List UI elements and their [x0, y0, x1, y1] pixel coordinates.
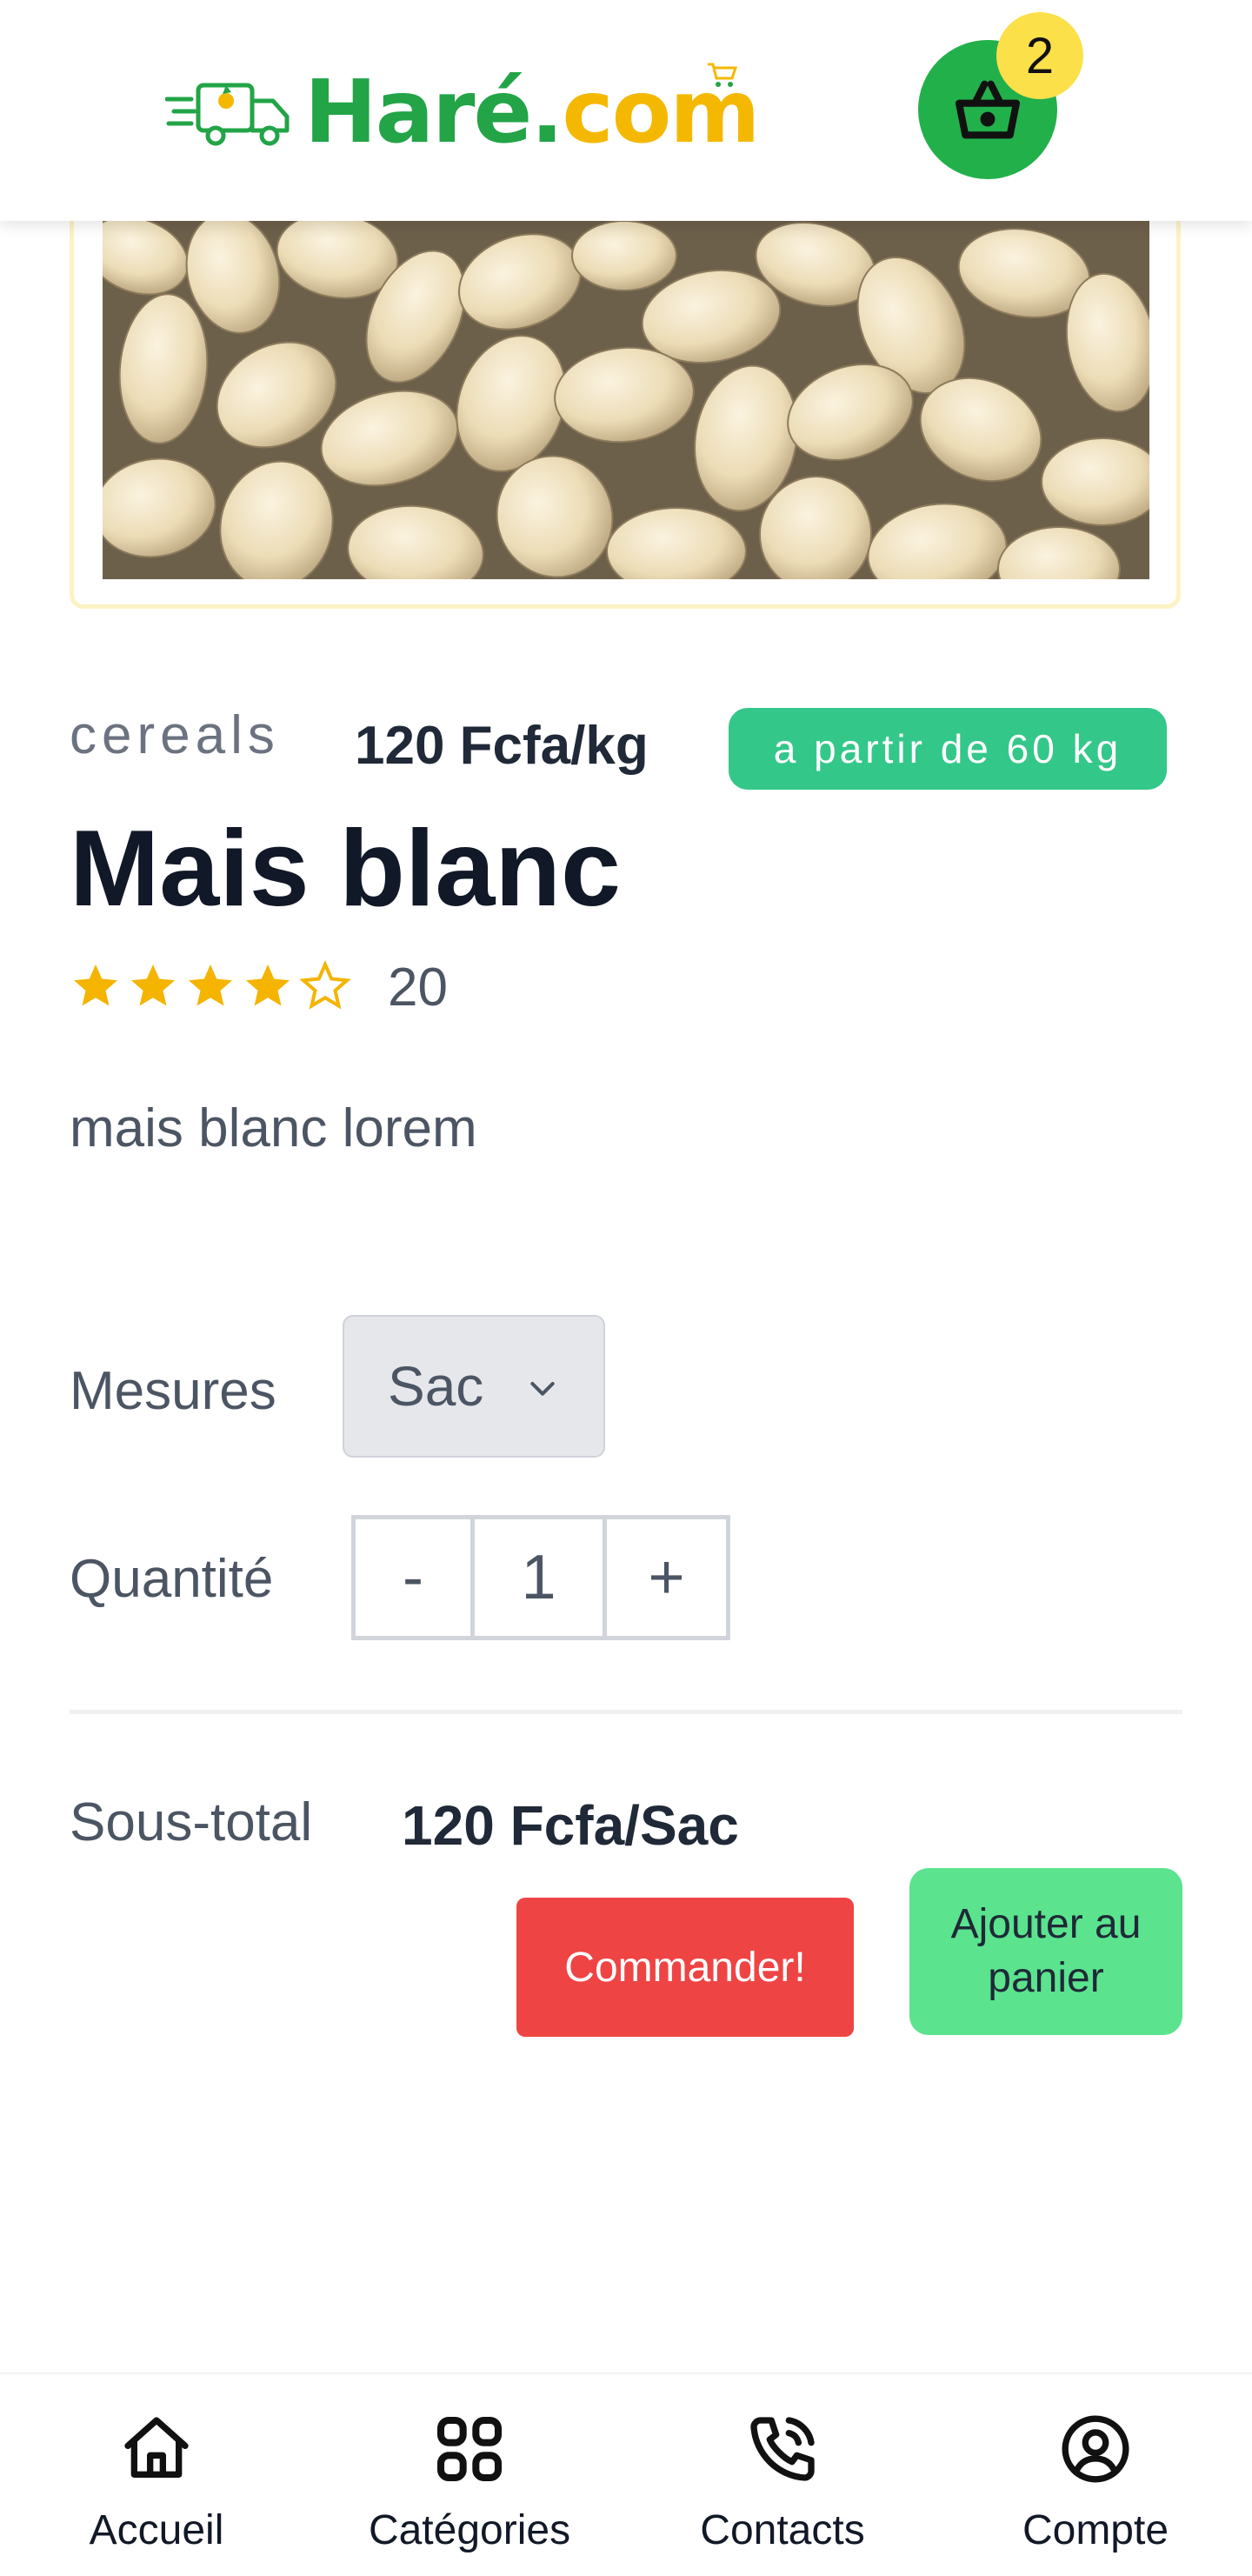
quantity-stepper: - 1 + — [351, 1515, 730, 1640]
increment-button[interactable]: + — [607, 1515, 730, 1640]
phone-icon — [750, 2417, 815, 2481]
star-filled-icon — [131, 964, 175, 1006]
nav-label: Accueil — [89, 2507, 224, 2553]
brand-name: Haré — [304, 61, 532, 163]
measures-label: Mesures — [70, 1361, 276, 1421]
section-divider — [70, 1710, 1182, 1714]
delivery-truck-icon — [165, 83, 290, 146]
quantity-label: Quantité — [70, 1549, 274, 1609]
rating-count: 20 — [388, 958, 448, 1018]
star-empty-icon — [299, 960, 351, 1010]
nav-item-compte[interactable]: Compte — [939, 2374, 1252, 2576]
star-filled-icon — [74, 964, 117, 1006]
nav-item-accueil[interactable]: Accueil — [0, 2374, 313, 2576]
nav-item-contacts[interactable]: Contacts — [626, 2374, 939, 2576]
decrement-button[interactable]: - — [351, 1515, 475, 1640]
min-quantity-badge: a partir de 60 kg — [729, 708, 1167, 790]
app-header: Haré.com 2 — [0, 0, 1252, 221]
brand-dot: . — [530, 61, 563, 163]
nav-label: Compte — [1022, 2507, 1169, 2553]
shopping-cart-icon — [708, 63, 738, 87]
chevron-down-icon — [530, 1382, 555, 1396]
user-circle-icon — [1062, 2415, 1129, 2483]
star-filled-icon — [246, 964, 290, 1006]
product-category[interactable]: cereals — [70, 704, 280, 766]
nav-item-categories[interactable]: Catégories — [313, 2374, 626, 2576]
corn-kernels-image — [103, 221, 1149, 579]
star-filled-icon — [189, 964, 232, 1006]
order-button[interactable]: Commander! — [516, 1898, 854, 2037]
measures-select[interactable]: Sac — [343, 1315, 605, 1458]
subtotal-label: Sous-total — [70, 1792, 313, 1852]
home-icon — [124, 2417, 189, 2478]
nav-label: Catégories — [368, 2507, 571, 2553]
add-to-cart-button[interactable]: Ajouter au panier — [909, 1868, 1182, 2035]
brand-wordmark: Haré.com — [304, 61, 761, 163]
product-price: 120 Fcfa/kg — [355, 716, 649, 776]
brand-logo[interactable]: Haré.com — [165, 54, 761, 163]
product-title: Mais blanc — [70, 809, 621, 929]
cart-count-badge: 2 — [996, 12, 1083, 99]
quantity-input[interactable]: 1 — [475, 1515, 607, 1640]
bottom-navigation: Accueil Catégories Contacts Compte — [0, 2372, 1252, 2576]
product-image — [103, 221, 1149, 579]
measures-selected-value: Sac — [388, 1355, 484, 1418]
subtotal-value: 120 Fcfa/Sac — [402, 1794, 739, 1857]
product-description: mais blanc lorem — [70, 1098, 477, 1158]
nav-label: Contacts — [700, 2507, 865, 2553]
product-meta: cereals 120 Fcfa/kg a partir de 60 kg — [70, 704, 1191, 791]
grid-icon — [436, 2416, 503, 2482]
rating-stars — [70, 960, 351, 1012]
